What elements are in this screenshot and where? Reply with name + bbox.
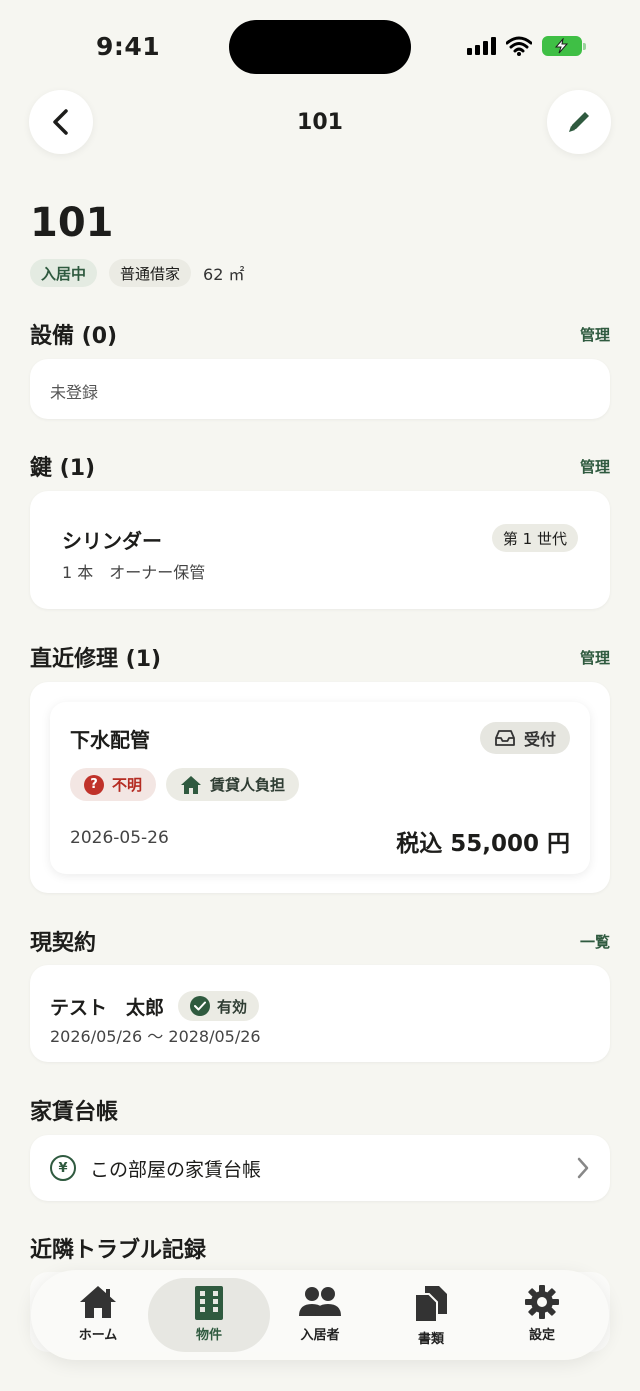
keys-section-header: 鍵 (1) 管理 xyxy=(30,450,610,482)
key-detail: 1 本 オーナー保管 xyxy=(62,563,206,582)
troubles-section-header: 近隣トラブル記録 xyxy=(30,1232,610,1264)
tab-residents-label: 入居者 xyxy=(300,1328,340,1343)
troubles-section-title: 近隣トラブル記録 xyxy=(30,1238,207,1263)
tab-settings[interactable]: 設定 xyxy=(487,1284,597,1343)
tab-properties-label: 物件 xyxy=(195,1328,222,1343)
contract-valid-label: 有効 xyxy=(217,997,248,1016)
check-circle-icon xyxy=(190,996,211,1016)
repair-cause-chip: ? 不明 xyxy=(70,768,157,801)
tab-residents[interactable]: 入居者 xyxy=(265,1284,375,1343)
edit-button[interactable] xyxy=(547,90,611,154)
house-icon xyxy=(181,775,202,794)
tab-documents[interactable]: 書類 xyxy=(376,1284,486,1347)
repair-price: 税込 55,000 円 xyxy=(396,831,570,857)
building-icon xyxy=(195,1286,223,1320)
signal-icon xyxy=(467,37,496,55)
status-icons xyxy=(467,36,586,56)
tenant-name: テスト 太郎 xyxy=(50,996,165,1019)
dynamic-island xyxy=(229,20,411,74)
pencil-icon xyxy=(569,112,589,132)
equipment-empty-text: 未登録 xyxy=(50,383,99,402)
contract-section-header: 現契約 一覧 xyxy=(30,925,610,957)
repairs-section-header: 直近修理 (1) 管理 xyxy=(30,641,610,673)
occupancy-status-badge: 入居中 xyxy=(30,259,98,287)
inbox-icon xyxy=(495,730,515,746)
contract-card[interactable]: テスト 太郎 有効 2026/05/26 〜 2028/05/26 xyxy=(30,965,610,1062)
tab-bar: ホーム 物件 入居者 書類 設定 xyxy=(31,1270,609,1360)
repair-status-label: 受付 xyxy=(523,730,556,749)
contract-list-link[interactable]: 一覧 xyxy=(580,931,610,952)
key-name: シリンダー xyxy=(62,529,162,553)
yen-icon: ¥ xyxy=(50,1155,76,1181)
home-icon xyxy=(80,1286,116,1318)
repair-burden-label: 賃貸人負担 xyxy=(210,776,286,794)
rent-ledger-row[interactable]: ¥ この部屋の家賃台帳 xyxy=(50,1135,590,1201)
repair-cause-label: 不明 xyxy=(112,776,143,794)
rent-ledger-card[interactable]: ¥ この部屋の家賃台帳 xyxy=(30,1135,610,1201)
gear-icon xyxy=(525,1285,559,1319)
contract-type-badge: 普通借家 xyxy=(109,259,192,287)
room-area: 62 ㎡ xyxy=(203,265,245,284)
page-title: 101 xyxy=(30,200,114,246)
tab-settings-label: 設定 xyxy=(528,1328,555,1343)
contract-section-title: 現契約 xyxy=(30,931,97,956)
equipment-manage-link[interactable]: 管理 xyxy=(580,324,610,345)
keys-manage-link[interactable]: 管理 xyxy=(580,456,610,477)
tab-documents-label: 書類 xyxy=(417,1332,444,1347)
repair-date: 2026-05-26 xyxy=(70,828,169,848)
contract-period: 2026/05/26 〜 2028/05/26 xyxy=(50,1027,261,1046)
question-icon: ? xyxy=(84,774,104,795)
keys-section-title: 鍵 (1) xyxy=(30,456,96,481)
rent-ledger-section-title: 家賃台帳 xyxy=(30,1100,119,1125)
repairs-section-title: 直近修理 (1) xyxy=(30,647,162,672)
rent-ledger-section-header: 家賃台帳 xyxy=(30,1094,610,1126)
key-generation-badge: 第 1 世代 xyxy=(491,524,578,552)
battery-icon xyxy=(542,36,586,56)
equipment-card: 未登録 xyxy=(30,359,610,419)
repair-status-badge: 受付 xyxy=(479,722,570,754)
repair-item-card[interactable]: 下水配管 受付 ? 不明 賃貸人負担 2026-05-26 税込 55,000 … xyxy=(50,702,590,874)
repair-title: 下水配管 xyxy=(70,728,150,752)
tab-home-label: ホーム xyxy=(78,1328,118,1343)
contract-valid-badge: 有効 xyxy=(178,991,260,1021)
rent-ledger-label: この部屋の家賃台帳 xyxy=(90,1158,262,1181)
repairs-manage-link[interactable]: 管理 xyxy=(580,647,610,668)
wifi-icon xyxy=(506,36,532,56)
status-bar: 9:41 xyxy=(0,0,640,90)
nav-title: 101 xyxy=(297,110,343,135)
equipment-section-header: 設備 (0) 管理 xyxy=(30,318,610,350)
tab-home[interactable]: ホーム xyxy=(43,1284,153,1343)
room-tags: 入居中 普通借家 62 ㎡ xyxy=(30,259,244,287)
nav-header: 101 xyxy=(0,90,640,156)
key-card[interactable]: シリンダー 1 本 オーナー保管 第 1 世代 xyxy=(30,491,610,609)
repair-chips: ? 不明 賃貸人負担 xyxy=(70,768,300,801)
tab-properties[interactable]: 物件 xyxy=(154,1284,264,1343)
equipment-section-title: 設備 (0) xyxy=(30,324,118,349)
chevron-right-icon xyxy=(577,1157,589,1179)
people-icon xyxy=(299,1287,341,1316)
tenant-name-row: テスト 太郎 有効 xyxy=(50,991,260,1021)
repair-burden-chip: 賃貸人負担 xyxy=(166,768,300,801)
documents-icon xyxy=(414,1286,447,1323)
repairs-card: 下水配管 受付 ? 不明 賃貸人負担 2026-05-26 税込 55,000 … xyxy=(30,682,610,893)
status-time: 9:41 xyxy=(96,32,161,61)
